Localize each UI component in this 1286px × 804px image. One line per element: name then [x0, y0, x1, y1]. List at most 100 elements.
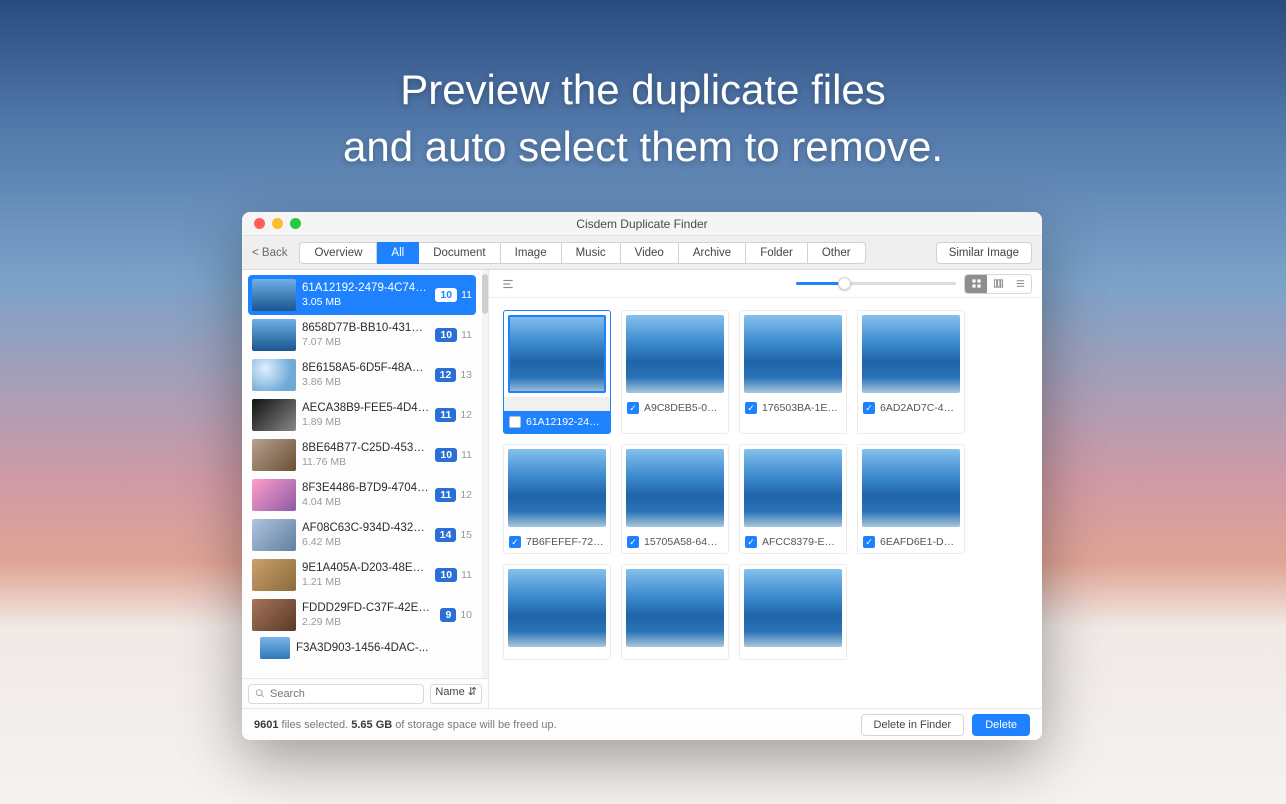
- duplicate-group[interactable]: F3A3D903-1456-4DAC-...: [248, 635, 476, 661]
- tab-all[interactable]: All: [377, 242, 419, 264]
- thumbnail-filename: 7B6FEFEF-7244-4...: [526, 536, 605, 548]
- group-counts: 1011: [435, 568, 472, 582]
- zoom-slider[interactable]: [796, 282, 956, 285]
- group-name: 8658D77B-BB10-431B-...: [302, 322, 429, 334]
- group-thumbnail: [252, 439, 296, 471]
- select-checkbox[interactable]: [745, 402, 757, 414]
- thumbnail-filename: 61A12192-2479-4...: [526, 416, 605, 428]
- duplicate-group[interactable]: FDDD29FD-C37F-42EF-...2.29 MB910: [248, 595, 476, 635]
- thumbnail-card[interactable]: 6AD2AD7C-4CC0-...: [857, 310, 965, 434]
- group-thumbnail: [252, 479, 296, 511]
- app-window: Cisdem Duplicate Finder < Back OverviewA…: [242, 212, 1042, 740]
- thumbnail-image: [744, 315, 842, 393]
- select-checkbox[interactable]: [627, 536, 639, 548]
- group-thumbnail: [260, 637, 290, 659]
- tab-other[interactable]: Other: [808, 242, 866, 264]
- thumbnail-card[interactable]: 7B6FEFEF-7244-4...: [503, 444, 611, 554]
- group-counts: 1112: [435, 488, 472, 502]
- thumbnail-card[interactable]: A9C8DEB5-04F2-...: [621, 310, 729, 434]
- thumbnail-filename: A9C8DEB5-04F2-...: [644, 402, 723, 414]
- group-size: 11.76 MB: [302, 456, 429, 468]
- tab-folder[interactable]: Folder: [746, 242, 808, 264]
- duplicate-group[interactable]: AF08C63C-934D-4329-...6.42 MB1415: [248, 515, 476, 555]
- duplicate-group[interactable]: 61A12192-2479-4C74-B...3.05 MB1011: [248, 275, 476, 315]
- group-size: 3.86 MB: [302, 376, 429, 388]
- status-bar: 9601 files selected. 5.65 GB of storage …: [242, 708, 1042, 740]
- group-size: 1.89 MB: [302, 416, 429, 428]
- group-counts: 1213: [435, 368, 472, 382]
- group-thumbnail: [252, 319, 296, 351]
- select-checkbox[interactable]: [863, 536, 875, 548]
- tab-document[interactable]: Document: [419, 242, 500, 264]
- group-name: 8F3E4486-B7D9-4704-...: [302, 482, 429, 494]
- group-size: 2.29 MB: [302, 616, 434, 628]
- grid-view-button[interactable]: [965, 275, 987, 293]
- thumbnail-image: [626, 315, 724, 393]
- tab-overview[interactable]: Overview: [299, 242, 377, 264]
- list-collapse-icon[interactable]: [499, 275, 517, 293]
- duplicate-group[interactable]: 8F3E4486-B7D9-4704-... 4.04 MB 1112: [248, 475, 476, 515]
- select-checkbox[interactable]: [509, 536, 521, 548]
- sort-select[interactable]: Name ⇵: [430, 684, 482, 704]
- thumbnail-filename: 6EAFD6E1-DF39-4...: [880, 536, 959, 548]
- group-name: 9E1A405A-D203-48E0-...: [302, 562, 429, 574]
- thumbnail-card[interactable]: AFCC8379-EA4E-...: [739, 444, 847, 554]
- sidebar-scrollbar[interactable]: [482, 270, 488, 678]
- duplicate-group[interactable]: 8E6158A5-6D5F-48A3-... 3.86 MB 1213: [248, 355, 476, 395]
- group-counts: 1011: [435, 328, 472, 342]
- duplicate-group[interactable]: AECA38B9-FEE5-4D40-...1.89 MB1112: [248, 395, 476, 435]
- group-size: 1.21 MB: [302, 576, 429, 588]
- group-counts: 1011: [435, 288, 472, 302]
- back-button[interactable]: < Back: [252, 247, 291, 259]
- duplicate-group[interactable]: 8658D77B-BB10-431B-... 7.07 MB 1011: [248, 315, 476, 355]
- category-tabs: OverviewAllDocumentImageMusicVideoArchiv…: [299, 242, 865, 264]
- select-checkbox[interactable]: [627, 402, 639, 414]
- duplicate-group[interactable]: 8BE64B77-C25D-453D-...11.76 MB1011: [248, 435, 476, 475]
- thumbnail-card[interactable]: [621, 564, 729, 660]
- tab-archive[interactable]: Archive: [679, 242, 746, 264]
- thumbnail-filename: 15705A58-649B-4...: [644, 536, 723, 548]
- group-thumbnail: [252, 559, 296, 591]
- similar-image-button[interactable]: Similar Image: [936, 242, 1032, 264]
- thumbnail-card[interactable]: 15705A58-649B-4...: [621, 444, 729, 554]
- thumbnail-image: [862, 315, 960, 393]
- group-size: 4.04 MB: [302, 496, 429, 508]
- preview-panel: 61A12192-2479-4... A9C8DEB5-04F2-... 17650…: [489, 270, 1042, 708]
- columns-view-button[interactable]: [987, 275, 1009, 293]
- group-name: 61A12192-2479-4C74-B...: [302, 282, 429, 294]
- thumbnail-card[interactable]: [503, 564, 611, 660]
- duplicate-groups-sidebar: 61A12192-2479-4C74-B...3.05 MB10118658D7…: [242, 270, 489, 708]
- group-thumbnail: [252, 359, 296, 391]
- select-checkbox[interactable]: [745, 536, 757, 548]
- group-thumbnail: [252, 399, 296, 431]
- list-view-button[interactable]: [1009, 275, 1031, 293]
- preview-toolbar: [489, 270, 1042, 298]
- thumbnail-card[interactable]: 61A12192-2479-4...: [503, 310, 611, 434]
- tab-image[interactable]: Image: [501, 242, 562, 264]
- thumbnail-image: [508, 315, 606, 393]
- titlebar: Cisdem Duplicate Finder: [242, 212, 1042, 236]
- search-input-wrapper: [248, 684, 424, 704]
- delete-button[interactable]: Delete: [972, 714, 1030, 736]
- tab-music[interactable]: Music: [562, 242, 621, 264]
- thumbnail-image: [508, 449, 606, 527]
- group-name: 8E6158A5-6D5F-48A3-...: [302, 362, 429, 374]
- select-checkbox[interactable]: [863, 402, 875, 414]
- thumbnail-card[interactable]: 176503BA-1EC3-4...: [739, 310, 847, 434]
- thumbnail-card[interactable]: 6EAFD6E1-DF39-4...: [857, 444, 965, 554]
- group-thumbnail: [252, 599, 296, 631]
- thumbnail-filename: 176503BA-1EC3-4...: [762, 402, 841, 414]
- thumbnail-grid: 61A12192-2479-4... A9C8DEB5-04F2-... 17650…: [489, 298, 1042, 708]
- group-name: 8BE64B77-C25D-453D-...: [302, 442, 429, 454]
- delete-in-finder-button[interactable]: Delete in Finder: [861, 714, 965, 736]
- marketing-headline: Preview the duplicate files and auto sel…: [0, 0, 1286, 175]
- thumbnail-image: [508, 569, 606, 647]
- search-input[interactable]: [270, 688, 417, 700]
- thumbnail-card[interactable]: [739, 564, 847, 660]
- tab-video[interactable]: Video: [621, 242, 679, 264]
- group-size: 6.42 MB: [302, 536, 429, 548]
- duplicate-group[interactable]: 9E1A405A-D203-48E0-... 1.21 MB 1011: [248, 555, 476, 595]
- group-counts: 910: [440, 608, 472, 622]
- select-checkbox[interactable]: [509, 416, 521, 428]
- group-size: 7.07 MB: [302, 336, 429, 348]
